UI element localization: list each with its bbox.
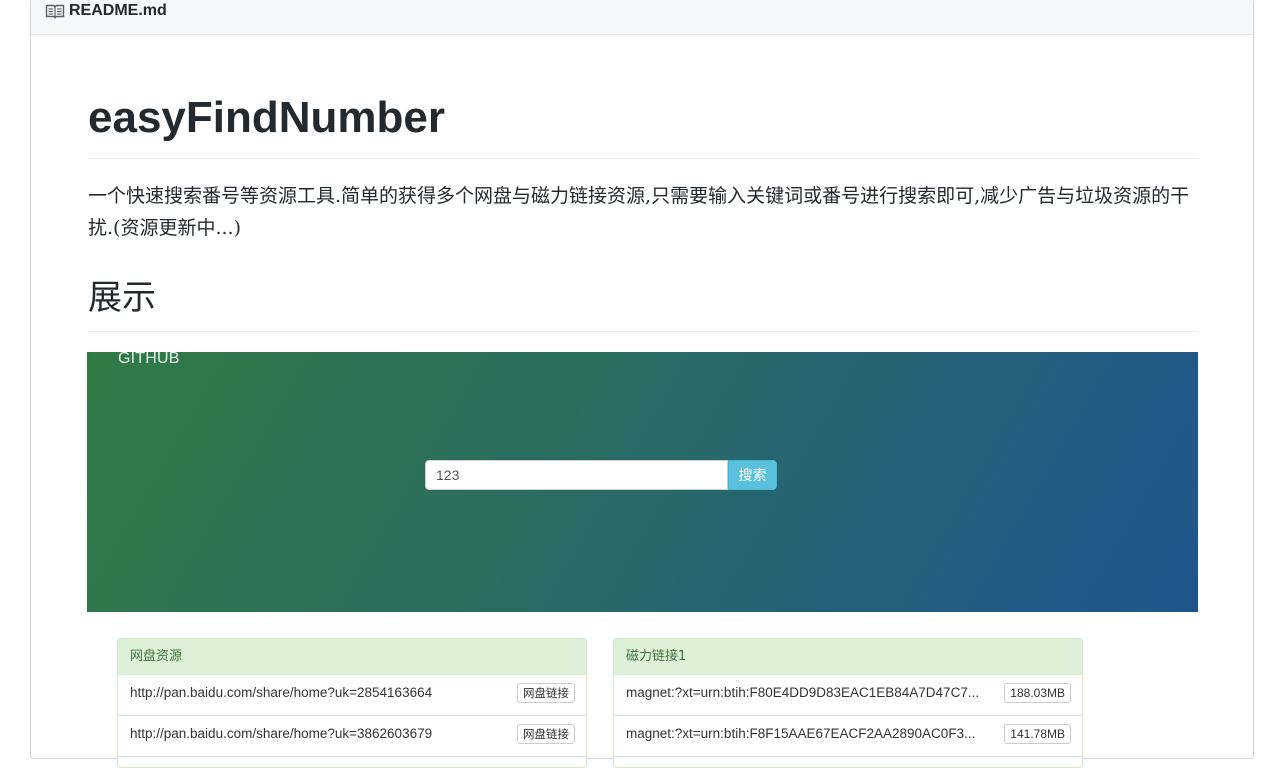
magnet-link[interactable]: magnet:?xt=urn:btih:F80E4DD9D83EAC1EB84A… — [626, 685, 986, 701]
netdisk-link[interactable]: http://pan.baidu.com/share/home?uk=38626… — [130, 726, 480, 742]
list-item: magnet:?xt=urn:btih:F8F15AAE67EACF2AA289… — [614, 716, 1082, 757]
search-input[interactable] — [425, 460, 728, 490]
readme-filename[interactable]: README.md — [69, 1, 167, 21]
netdisk-link[interactable]: http://pan.baidu.com/share/home?uk=28541… — [130, 685, 480, 701]
netdisk-link-badge: 网盘链接 — [517, 724, 575, 744]
book-icon — [45, 3, 65, 20]
readme-header: README.md — [31, 0, 1253, 35]
magnet-panel-heading: 磁力链接1 — [614, 639, 1082, 675]
file-size-badge: 188.03MB — [1004, 683, 1071, 703]
netdisk-panel: 网盘资源 http://pan.baidu.com/share/home?uk=… — [117, 638, 587, 768]
readme-description: 一个快速搜索番号等资源工具.简单的获得多个网盘与磁力链接资源,只需要输入关键词或… — [88, 185, 1190, 239]
file-size-badge: 141.78MB — [1004, 724, 1071, 744]
search-button[interactable]: 搜索 — [728, 460, 777, 490]
netdisk-panel-heading: 网盘资源 — [118, 639, 586, 675]
screenshot-banner: GITHUB 搜索 — [87, 349, 1198, 612]
readme-title: easyFindNumber — [88, 93, 445, 142]
magnet-panel: 磁力链接1 magnet:?xt=urn:btih:F80E4DD9D83EAC… — [613, 638, 1083, 768]
section-heading: 展示 — [88, 278, 156, 318]
list-item: magnet:?xt=urn:btih:F80E4DD9D83EAC1EB84A… — [614, 675, 1082, 716]
netdisk-link-badge: 网盘链接 — [517, 683, 575, 703]
magnet-link[interactable]: magnet:?xt=urn:btih:F8F15AAE67EACF2AA289… — [626, 726, 986, 742]
list-item: http://pan.baidu.com/share/home?uk=38626… — [118, 716, 586, 757]
title-divider — [88, 158, 1198, 159]
section-divider — [88, 331, 1198, 332]
github-link[interactable]: GITHUB — [118, 349, 180, 369]
list-item: http://pan.baidu.com/share/home?uk=28541… — [118, 675, 586, 716]
